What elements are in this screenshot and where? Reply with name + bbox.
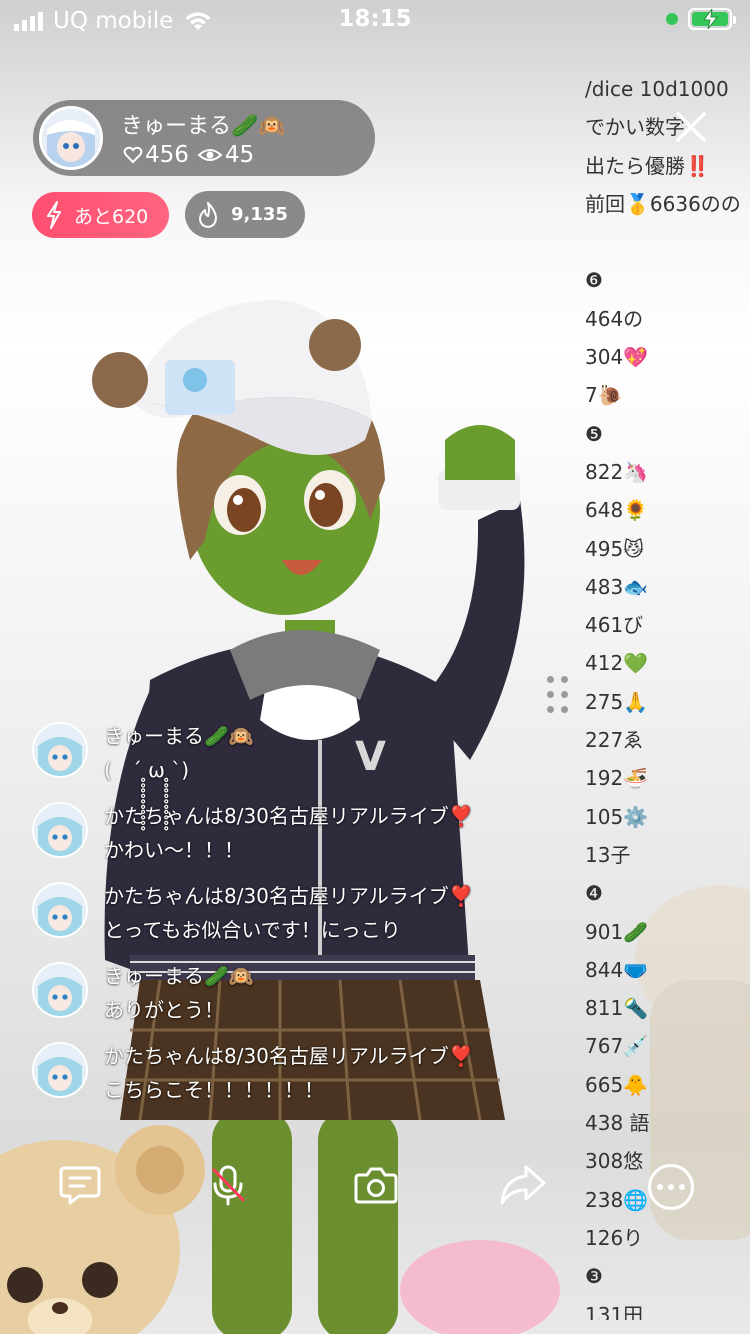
host-avatar[interactable] — [39, 106, 103, 170]
battery-icon — [688, 8, 736, 30]
more-icon — [657, 1184, 663, 1190]
side-panel-line: ❹ — [585, 881, 603, 906]
mic-off-icon — [212, 1165, 245, 1206]
status-time: 18:15 — [338, 6, 412, 32]
likes-count: 456 — [145, 142, 189, 168]
side-panel-line: 275🙏 — [585, 689, 649, 714]
commenter-avatar-image — [34, 724, 86, 776]
commenter-avatar[interactable] — [32, 962, 88, 1018]
host-stats: 456 45 — [123, 142, 254, 168]
side-panel-line: 665🐥 — [585, 1072, 649, 1097]
teddy-bear-decoration — [0, 1125, 205, 1334]
comment-item[interactable]: かたちゃんは8/30名古屋リアルライブ❣️ こちらこそ！！！！！！ — [30, 1032, 560, 1112]
commenter-avatar-image — [34, 964, 86, 1016]
side-panel-line: ❺ — [585, 421, 603, 446]
commenter-avatar[interactable] — [32, 1042, 88, 1098]
drag-handle-icon[interactable] — [547, 676, 571, 716]
camera-button[interactable] — [351, 1160, 401, 1210]
comment-item[interactable]: かたちゃんは8/30名古屋リアルライブ❣️ かわい〜！！！ — [30, 792, 560, 872]
commenter-avatar[interactable] — [32, 882, 88, 938]
side-panel-line: 438 語 — [585, 1111, 650, 1136]
side-panel-line: 7🐌 — [585, 383, 623, 408]
status-right — [666, 8, 736, 30]
side-panel-line: /dice 10d1000 — [585, 77, 729, 101]
comment-list: きゅーまる🥒🙉 ( ´ ̥̥̥̥̥̥̥̥̥̥ω ̥̥̥̥̥̥̥̥̥̥`) かたちゃん… — [30, 712, 560, 1112]
eye-icon — [197, 149, 223, 161]
side-panel-line: 461び — [585, 613, 644, 638]
commenter-name: きゅーまる🥒🙉 — [104, 964, 254, 988]
comment-text: こちらこそ！！！！！！ — [104, 1078, 324, 1102]
comment-text: かわい〜！！！ — [104, 838, 244, 862]
side-panel-line: 304💖 — [585, 345, 649, 370]
commenter-name: かたちゃんは8/30名古屋リアルライブ❣️ — [104, 1044, 474, 1068]
side-panel-line: 13子 — [585, 842, 631, 867]
charging-bolt-icon — [703, 9, 718, 29]
side-panel-line: でかい数字 — [585, 115, 685, 140]
pink-cushion-decoration — [400, 1240, 560, 1334]
host-avatar-image — [42, 109, 100, 167]
side-panel-line: 412💚 — [585, 651, 649, 676]
share-button[interactable] — [498, 1160, 548, 1210]
side-panel-line: 126り — [585, 1225, 644, 1250]
side-panel-line: 464の — [585, 306, 644, 331]
side-panel-line: 105⚙️ — [585, 804, 649, 829]
comment-item[interactable]: かたちゃんは8/30名古屋リアルライブ❣️ とってもお似合いです！にっこり — [30, 872, 560, 952]
side-panel-line: ❸ — [585, 1264, 603, 1289]
commenter-avatar-image — [34, 804, 86, 856]
goal-remaining-text: あと620 — [74, 205, 149, 228]
comment-item[interactable]: きゅーまる🥒🙉 ( ´ ̥̥̥̥̥̥̥̥̥̥ω ̥̥̥̥̥̥̥̥̥̥`) — [30, 712, 560, 792]
commenter-avatar[interactable] — [32, 722, 88, 778]
goal-remaining-badge[interactable]: あと620 — [32, 192, 169, 238]
commenter-avatar-image — [34, 884, 86, 936]
status-bar: UQ mobile 18:15 — [0, 0, 750, 40]
comment-button[interactable] — [55, 1160, 105, 1210]
comment-text: ありがとう！ — [104, 998, 224, 1022]
side-panel-line — [585, 223, 750, 261]
flame-icon — [199, 201, 217, 228]
commenter-name: かたちゃんは8/30名古屋リアルライブ❣️ — [104, 884, 474, 908]
side-panel-line: 811🔦 — [585, 996, 649, 1021]
comment-text: ( ´ ̥̥̥̥̥̥̥̥̥̥ω ̥̥̥̥̥̥̥̥̥̥`) — [104, 758, 190, 782]
viewers-count: 45 — [224, 142, 255, 168]
side-panel-line: 844🩲 — [585, 957, 649, 982]
side-panel-line: 483🐟 — [585, 574, 649, 599]
side-panel-line: ❻ — [585, 268, 603, 293]
share-icon — [500, 1165, 546, 1205]
commenter-avatar[interactable] — [32, 802, 88, 858]
camera-icon — [354, 1167, 398, 1204]
comment-item[interactable]: きゅーまる🥒🙉 ありがとう！ — [30, 952, 560, 1032]
commenter-name: きゅーまる🥒🙉 — [104, 724, 254, 748]
side-panel-line: 648🌻 — [585, 498, 649, 523]
mic-in-use-indicator — [666, 13, 678, 25]
comment-text: とってもお似合いです！にっこり — [104, 918, 401, 942]
side-panel-line: 822🦄 — [585, 459, 649, 484]
side-panel-line: 前回🥇6636のの — [585, 191, 741, 216]
comment-icon — [59, 1166, 101, 1205]
heart-icon — [123, 146, 143, 164]
side-panel-line: 767💉 — [585, 1034, 649, 1059]
host-info-pill[interactable]: きゅーまる🥒🙉 456 45 — [33, 100, 375, 176]
mic-toggle-button[interactable] — [203, 1160, 253, 1210]
commenter-name: かたちゃんは8/30名古屋リアルライブ❣️ — [104, 804, 474, 828]
points-count: 9,135 — [231, 204, 288, 225]
commenter-avatar-image — [34, 1044, 86, 1096]
side-panel-line: 131田 — [585, 1302, 644, 1321]
points-badge[interactable]: 9,135 — [185, 191, 305, 238]
close-icon[interactable] — [672, 108, 710, 146]
side-panel-line: 出たら優勝‼️ — [585, 153, 710, 178]
side-panel-line: 227ゑ — [585, 728, 644, 753]
more-options-button[interactable] — [648, 1164, 694, 1210]
side-panel-line: 192🍜 — [585, 766, 649, 791]
lightning-icon — [47, 201, 61, 229]
bottom-toolbar — [0, 1160, 750, 1220]
host-name: きゅーまる🥒🙉 — [121, 114, 286, 139]
side-text-panel: /dice 10d1000 でかい数字出たら優勝‼️ 前回🥇6636のの ❻ 464の 3… — [585, 70, 750, 1320]
side-panel-line: 901🥒 — [585, 919, 649, 944]
side-panel-line: 495😼 — [585, 536, 645, 561]
